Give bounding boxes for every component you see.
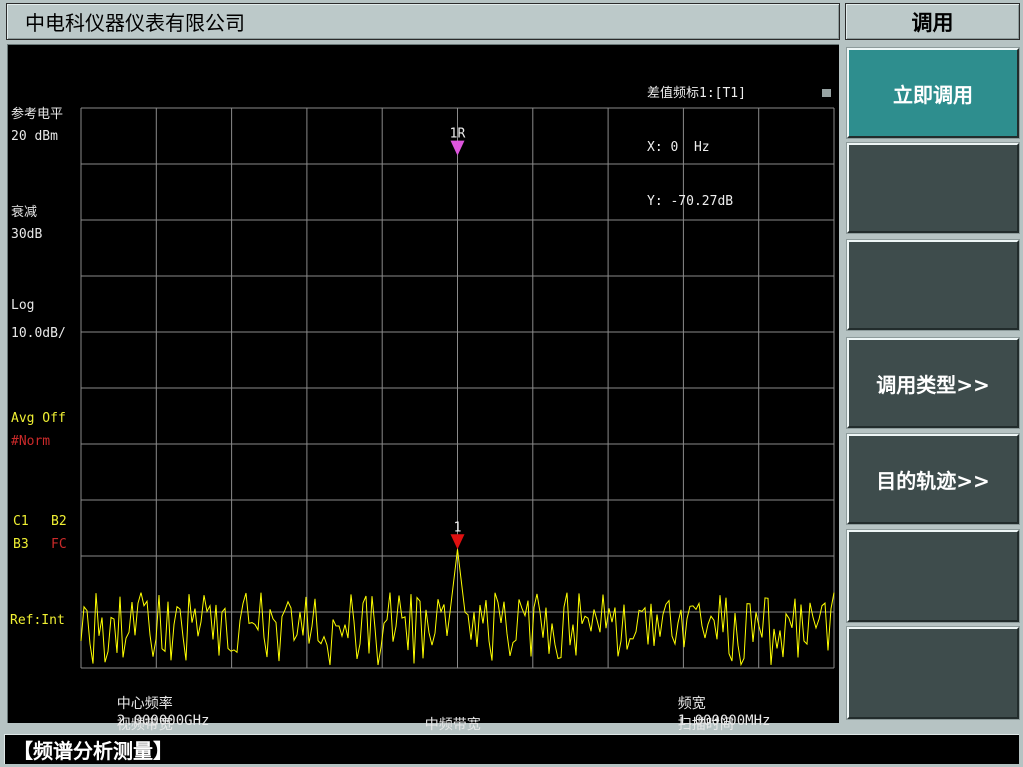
delta-marker-x: X: 0 Hz — [647, 139, 746, 157]
delta-marker-title: 差值频标1:[T1] — [647, 85, 746, 103]
status-bar-text: 【频谱分析测量】 — [13, 735, 173, 764]
menu-header-label: 调用 — [912, 7, 954, 37]
softkey-dest-trace[interactable]: 目的轨迹>> — [847, 434, 1019, 524]
scale-value: 10.0dB/ — [11, 326, 66, 341]
status-bar: 【频谱分析测量】 — [4, 734, 1019, 764]
softkey-blank-7[interactable] — [847, 627, 1019, 719]
norm-status: #Norm — [11, 434, 50, 449]
average-status: Avg Off — [11, 411, 66, 426]
attenuation-value: 30dB — [11, 227, 42, 242]
softkey-blank-6[interactable] — [847, 530, 1019, 622]
ref-source-status: Ref:Int — [10, 613, 65, 628]
softkey-recall-type[interactable]: 调用类型>> — [847, 338, 1019, 428]
svg-text:1: 1 — [454, 520, 462, 535]
sweep-time-label: 扫描时间 — [678, 717, 734, 733]
title-bar: 中电科仪器仪表有限公司 — [6, 3, 840, 40]
rbw-label: 中频带宽 — [425, 717, 481, 733]
scale-type-label: Log — [11, 298, 34, 313]
reference-marker: 1R — [450, 127, 466, 156]
softkey-label: 调用类型>> — [876, 369, 990, 398]
status-fc: FC — [51, 537, 67, 552]
spectrum-display: 1R1 差值频标1:[T1] X: 0 Hz Y: -70.27dB 参考电平 … — [7, 44, 839, 723]
softkey-blank-2[interactable] — [847, 143, 1019, 233]
status-b2: B2 — [51, 514, 67, 529]
vbw-label: 视频带宽 — [117, 717, 173, 733]
delta-marker-y: Y: -70.27dB — [647, 193, 746, 211]
display-corner-artifact — [822, 89, 831, 97]
window-title: 中电科仪器仪表有限公司 — [25, 7, 245, 36]
softkey-blank-3[interactable] — [847, 240, 1019, 330]
softkey-label: 立即调用 — [893, 79, 973, 108]
attenuation-label: 衰减 — [11, 205, 37, 220]
status-c1: C1 — [13, 514, 29, 529]
svg-text:1R: 1R — [450, 127, 466, 142]
status-b3: B3 — [13, 537, 29, 552]
ref-level-value: 20 dBm — [11, 129, 58, 144]
ref-level-label: 参考电平 — [11, 107, 63, 122]
spectrum-analyzer-app: { "title_bar": { "title": "中电科仪器仪表有限公司" … — [0, 0, 1023, 767]
active-marker: 1 — [451, 520, 465, 549]
softkey-recall-now[interactable]: 立即调用 — [847, 48, 1019, 138]
softkey-label: 目的轨迹>> — [876, 465, 990, 494]
delta-marker-readout: 差值频标1:[T1] X: 0 Hz Y: -70.27dB — [647, 49, 746, 247]
menu-header: 调用 — [845, 3, 1020, 40]
